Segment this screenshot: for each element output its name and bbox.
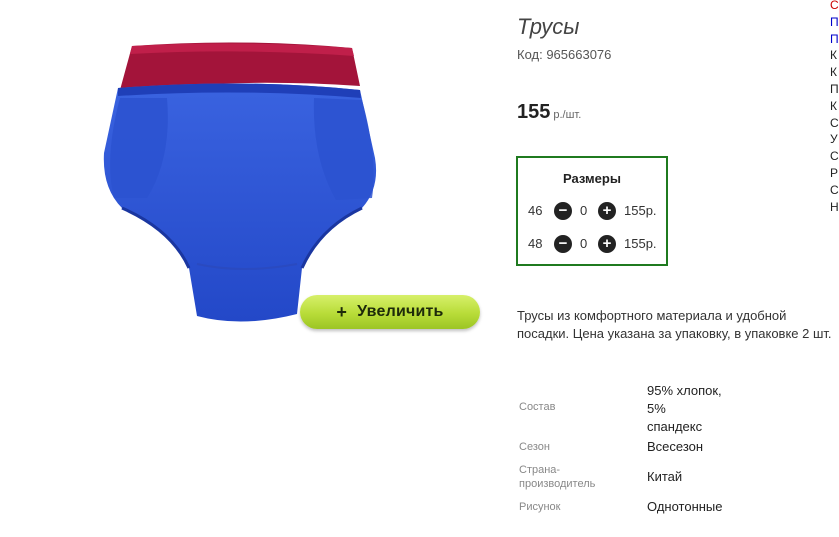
composition-line: спандекс [647, 419, 703, 434]
product-description: Трусы из комфортного материала и удобной… [517, 308, 832, 341]
attr-value-country: Китай [647, 469, 683, 484]
attr-label-season: Сезон [519, 441, 550, 453]
product-code: Код: 965663076 [517, 47, 612, 62]
side-menu-item[interactable]: П [830, 81, 839, 98]
attr-label-composition: Состав [519, 401, 556, 413]
attr-value-season: Всесезон [647, 439, 704, 454]
plus-icon[interactable]: + [598, 202, 616, 220]
side-menu-item[interactable]: К [830, 47, 837, 64]
product-price: 155 р./шт. [517, 101, 581, 124]
side-menu-item[interactable]: С [830, 115, 839, 132]
sizes-box: Размеры 46 − 0 + 155р. 48 − 0 + 155р. [516, 156, 668, 266]
size-label: 46 [528, 203, 543, 218]
composition-line: 95% хлопок, [647, 383, 722, 398]
product-image[interactable] [92, 38, 392, 328]
side-menu-item[interactable]: У [830, 131, 838, 148]
attr-value-pattern: Однотонные [647, 499, 723, 514]
size-price: 155р. [624, 236, 657, 251]
size-row: 46 − 0 + 155р. [518, 201, 666, 221]
plus-icon: + [336, 301, 348, 322]
size-price: 155р. [624, 203, 657, 218]
composition-line: 5% [647, 401, 666, 416]
size-quantity[interactable]: 0 [580, 203, 587, 218]
price-unit: р./шт. [553, 109, 582, 121]
side-menu-item[interactable]: К [830, 98, 837, 115]
zoom-label: Увеличить [357, 303, 444, 320]
size-row: 48 − 0 + 155р. [518, 234, 666, 254]
side-menu-item[interactable]: С [830, 0, 839, 14]
side-menu-item[interactable]: Н [830, 199, 839, 216]
zoom-button[interactable]: + Увеличить [300, 295, 480, 329]
size-quantity[interactable]: 0 [580, 236, 587, 251]
sizes-title: Размеры [563, 171, 621, 186]
side-menu-item[interactable]: К [830, 64, 837, 81]
attr-label-pattern: Рисунок [519, 501, 561, 513]
side-menu-item[interactable]: П [830, 31, 839, 48]
product-title: Трусы [517, 14, 580, 39]
attr-label-country: Страна- производитель [519, 463, 595, 491]
price-value: 155 [517, 101, 551, 123]
attr-value-composition: 95% хлопок, 5% спандекс [647, 382, 722, 436]
plus-icon[interactable]: + [598, 235, 616, 253]
country-label-line: производитель [519, 478, 596, 490]
country-label-line: Страна- [519, 464, 561, 476]
size-label: 48 [528, 236, 543, 251]
minus-icon[interactable]: − [554, 202, 572, 220]
side-menu-item[interactable]: П [830, 14, 839, 31]
side-menu-item[interactable]: Р [830, 165, 838, 182]
minus-icon[interactable]: − [554, 235, 572, 253]
side-menu-item[interactable]: С [830, 148, 839, 165]
side-menu-item[interactable]: С [830, 182, 839, 199]
